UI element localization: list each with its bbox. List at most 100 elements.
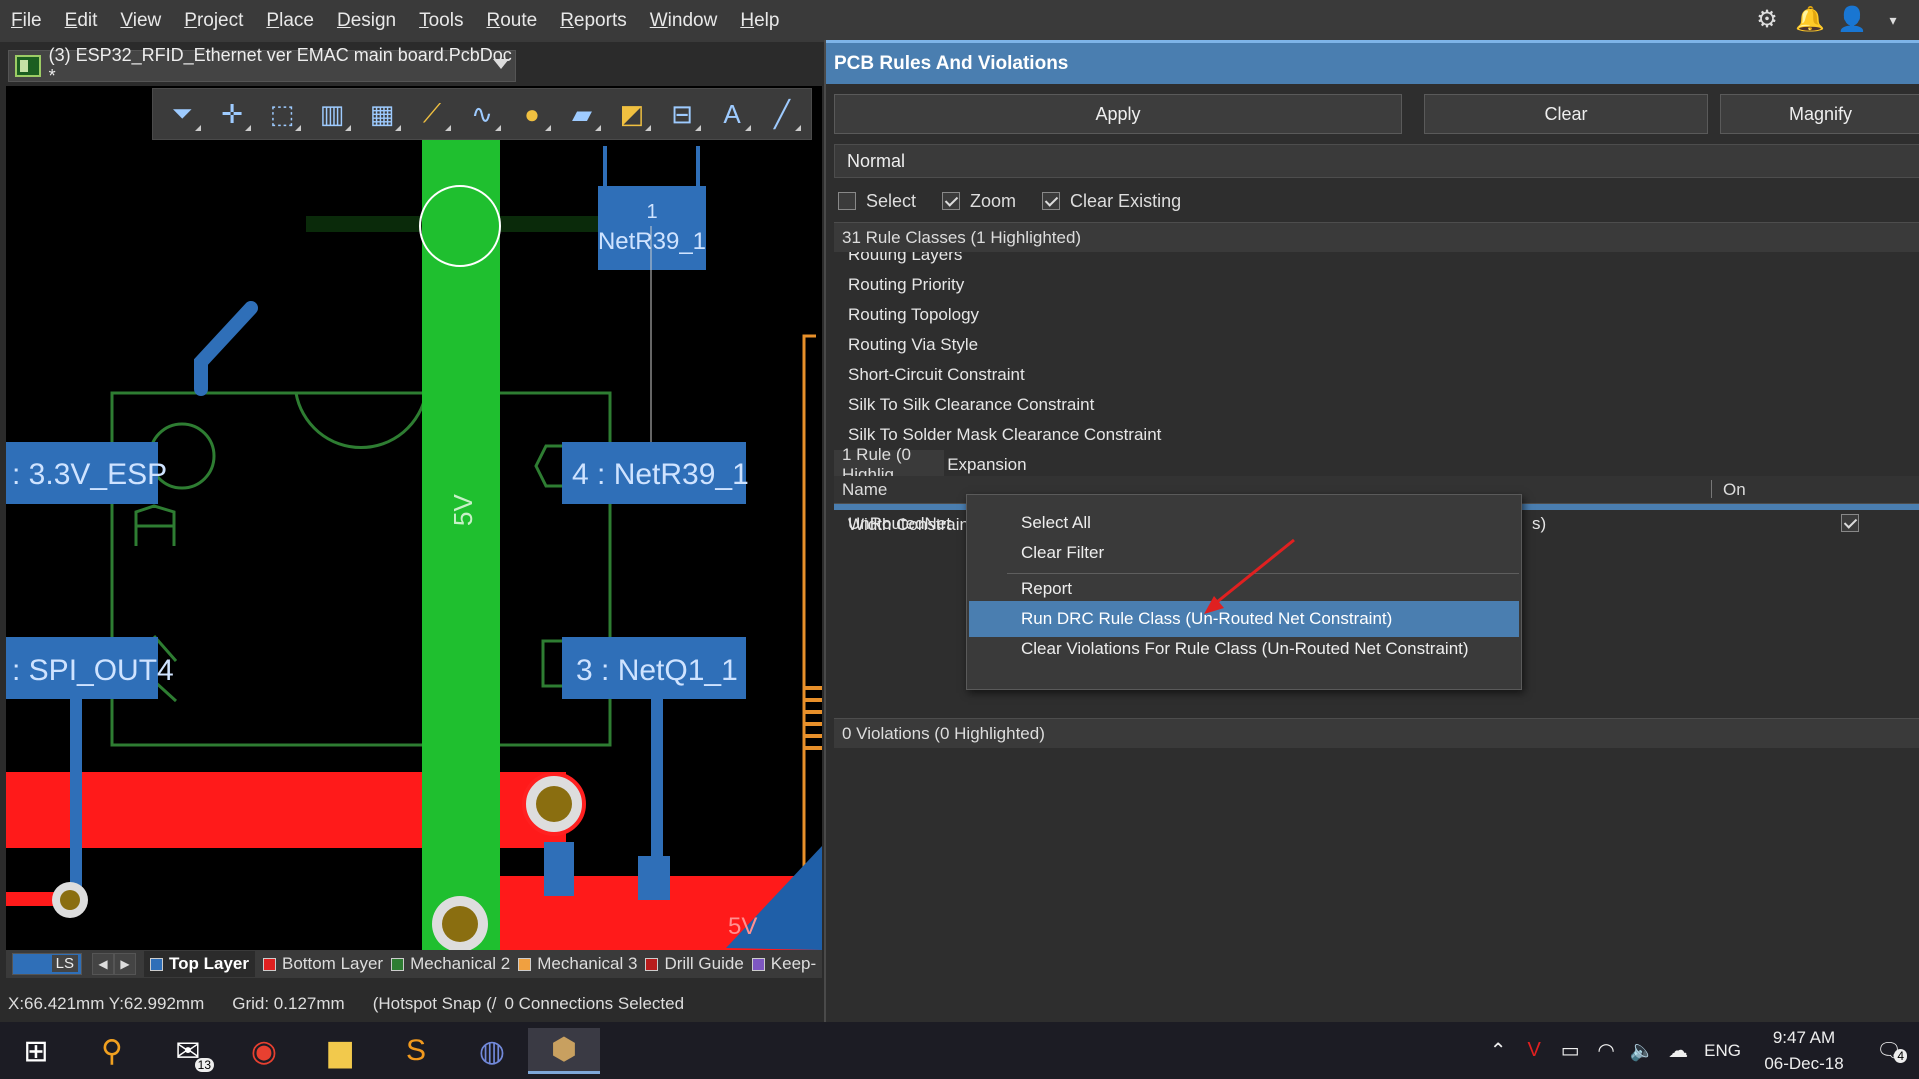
magnify-button[interactable]: Magnify [1720, 94, 1919, 134]
rule-scope-partial: s) [1532, 514, 1547, 533]
file-explorer-icon[interactable]: ▆ [312, 1028, 368, 1074]
layer-color-swatch [391, 957, 405, 971]
clear-existing-checkbox[interactable] [1042, 192, 1061, 210]
sublime-icon[interactable]: S [388, 1028, 444, 1074]
menu-edit[interactable]: Edit [54, 10, 110, 32]
move-icon[interactable]: ✛ [213, 95, 251, 133]
clock-time: 9:47 AM [1772, 1027, 1836, 1047]
clear-existing-label: Clear Existing [1070, 190, 1182, 211]
context-menu-item[interactable]: Clear Filter [969, 535, 1519, 571]
layer-color-swatch [150, 957, 163, 971]
list-item[interactable]: Short-Circuit Constraint [834, 360, 1919, 390]
pcb-drawing: 1 NetR39_1 : 3.3V_ESP 4 : NetR39_1 : SPI… [6, 140, 822, 950]
bell-icon[interactable]: 🔔 [1795, 6, 1825, 34]
menu-window[interactable]: Window [639, 10, 730, 32]
pcb-canvas[interactable]: 1 NetR39_1 : 3.3V_ESP 4 : NetR39_1 : SPI… [6, 86, 822, 950]
arc-icon[interactable]: ◩ [613, 95, 651, 133]
wifi-icon[interactable]: ◠ [1588, 1038, 1624, 1063]
via-icon[interactable]: ● [513, 95, 551, 133]
apply-button[interactable]: Apply [834, 94, 1402, 134]
v-app-icon[interactable]: V [1516, 1039, 1552, 1062]
clear-existing-option[interactable]: Clear Existing [1042, 191, 1181, 212]
clear-button[interactable]: Clear [1424, 94, 1708, 134]
dimension-icon[interactable]: ⊟ [663, 95, 701, 133]
zoom-option[interactable]: Zoom [942, 191, 1016, 212]
menu-place[interactable]: Place [255, 10, 326, 32]
document-tab[interactable]: (3) ESP32_RFID_Ethernet ver EMAC main bo… [8, 45, 516, 86]
chevron-up-icon[interactable]: ⌃ [1480, 1038, 1516, 1063]
fill-icon[interactable]: ▰ [563, 95, 601, 133]
layer-tab-drill-guide[interactable]: Drill Guide [645, 954, 744, 974]
windows-start-icon[interactable]: ⊞ [8, 1028, 64, 1074]
user-icon[interactable]: 👤 [1837, 6, 1867, 34]
list-item[interactable]: Silk To Solder Mask Clearance Constraint [834, 420, 1919, 450]
component-icon[interactable]: ▦ [363, 95, 401, 133]
menu-file[interactable]: File [0, 10, 54, 32]
menu-reports[interactable]: Reports [549, 10, 639, 32]
menu-help[interactable]: Help [729, 10, 791, 32]
route-icon[interactable]: ⟋ [413, 95, 451, 133]
chevron-right-icon[interactable]: ▶ [114, 953, 136, 975]
mail-badge: 13 [194, 1058, 214, 1072]
battery-icon[interactable]: ▭ [1552, 1038, 1588, 1063]
context-menu-item[interactable]: Clear Violations For Rule Class (Un-Rout… [969, 631, 1519, 667]
menu-route[interactable]: Route [475, 10, 549, 32]
layer-tab-top-layer[interactable]: Top Layer [144, 951, 255, 977]
net-5v-corner-label: 5V [728, 913, 757, 940]
col-name[interactable]: Name [842, 480, 887, 500]
rule-enabled-checkbox[interactable] [1841, 514, 1859, 532]
app-window: File Edit View Project Place Design Tools Route… [0, 0, 1919, 1079]
list-item[interactable]: Routing Via Style [834, 330, 1919, 360]
search-icon[interactable]: ⚲ [84, 1028, 140, 1074]
chrome-icon[interactable]: ◉ [236, 1028, 292, 1074]
zoom-checkbox[interactable] [942, 192, 961, 210]
layer-color-swatch [645, 957, 659, 971]
list-item[interactable]: Routing Topology [834, 300, 1919, 330]
discord-icon[interactable]: ◍ [464, 1028, 520, 1074]
pad-3-label: 3 : NetQ1_1 [576, 654, 738, 687]
align-icon[interactable]: ▥ [313, 95, 351, 133]
layer-tab-mechanical-3[interactable]: Mechanical 3 [518, 954, 637, 974]
filter-icon[interactable]: ⏷ [163, 95, 201, 133]
menu-design[interactable]: Design [326, 10, 408, 32]
gear-icon[interactable]: ⚙ [1753, 6, 1781, 34]
layer-set-button[interactable]: LS [12, 953, 82, 975]
language-indicator[interactable]: ENG [1696, 1041, 1749, 1061]
tune-icon[interactable]: ∿ [463, 95, 501, 133]
layer-tab-label: Mechanical 3 [537, 954, 638, 973]
board-outline [802, 334, 816, 896]
list-item[interactable]: Silk To Silk Clearance Constraint [834, 390, 1919, 420]
line-icon[interactable]: ╱ [763, 95, 801, 133]
list-item[interactable]: Routing Layers [834, 252, 1919, 270]
speaker-icon[interactable]: 🔈 [1624, 1038, 1660, 1063]
cloud-icon[interactable]: ☁ [1660, 1038, 1696, 1063]
select-checkbox[interactable] [838, 192, 856, 210]
select-option[interactable]: Select [838, 191, 916, 212]
status-coords: X:66.421mm Y:62.992mm [8, 994, 205, 1013]
mode-dropdown[interactable]: Normal [834, 144, 1919, 178]
text-icon[interactable]: A [713, 95, 751, 133]
layer-tab-keep-[interactable]: Keep- [751, 954, 816, 974]
list-item[interactable]: Routing Priority [834, 270, 1919, 300]
silk-notch [294, 392, 428, 450]
layer-color-swatch [751, 957, 765, 971]
component-silk-outline [110, 391, 612, 747]
select-rect-icon[interactable]: ⬚ [263, 95, 301, 133]
mail-icon[interactable]: ✉ 13 [160, 1028, 216, 1074]
col-on[interactable]: On [1723, 480, 1746, 500]
pad-net-label: NetR39_1 [598, 228, 706, 255]
pad-number: 1 [646, 201, 657, 223]
menu-tools[interactable]: Tools [408, 10, 475, 32]
menu-project[interactable]: Project [173, 10, 255, 32]
notifications-icon[interactable]: 🗨 4 [1859, 1038, 1919, 1063]
silk-mark [134, 504, 176, 546]
system-tray: ⌃ V ▭ ◠ 🔈 ☁ ENG 9:47 AM 06-Dec-18 🗨 4 [1480, 1022, 1919, 1079]
altium-icon[interactable]: ⬢ [528, 1028, 600, 1074]
layer-tab-bottom-layer[interactable]: Bottom Layer [262, 954, 383, 974]
tab-dropdown-icon[interactable] [493, 59, 509, 69]
clock[interactable]: 9:47 AM 06-Dec-18 [1749, 1025, 1859, 1077]
chevron-down-icon[interactable]: ▾ [1879, 6, 1907, 34]
chevron-left-icon[interactable]: ◀ [92, 953, 114, 975]
menu-view[interactable]: View [109, 10, 173, 32]
layer-tab-mechanical-2[interactable]: Mechanical 2 [391, 954, 510, 974]
